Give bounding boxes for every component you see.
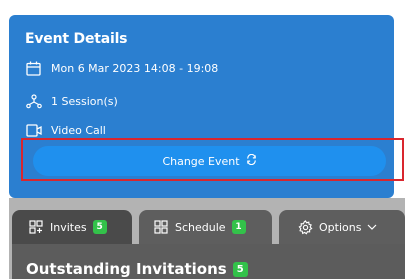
event-datetime-row: Mon 6 Mar 2023 14:08 - 19:08: [25, 60, 218, 77]
change-event-button[interactable]: Change Event: [33, 146, 386, 176]
tab-options-label: Options: [319, 220, 362, 234]
calendar-icon: [25, 60, 42, 77]
schedule-icon: [153, 219, 169, 235]
outstanding-invitations-heading: Outstanding Invitations 5: [26, 260, 248, 278]
event-datetime: Mon 6 Mar 2023 14:08 - 19:08: [51, 62, 219, 75]
invites-count-badge: 5: [92, 220, 107, 234]
sessions-icon: [25, 93, 42, 110]
chevron-down-icon: [367, 221, 377, 234]
event-call-type: Video Call: [51, 124, 106, 137]
event-title: Event Details: [25, 31, 128, 47]
tab-invites[interactable]: Invites 5: [12, 210, 132, 244]
change-event-label: Change Event: [162, 154, 240, 168]
schedule-count-badge: 1: [231, 220, 246, 234]
event-call-row: Video Call: [25, 122, 106, 139]
video-call-icon: [25, 122, 42, 139]
refresh-icon: [246, 153, 257, 168]
outstanding-count-badge: 5: [232, 261, 248, 277]
tab-options[interactable]: Options: [279, 210, 405, 244]
tab-schedule[interactable]: Schedule 1: [139, 210, 272, 244]
tab-schedule-label: Schedule: [175, 220, 226, 234]
tab-invites-label: Invites: [50, 220, 87, 234]
event-sessions-row: 1 Session(s): [25, 93, 118, 110]
invites-icon: [28, 219, 44, 235]
event-sessions: 1 Session(s): [51, 95, 118, 108]
outstanding-invitations-title: Outstanding Invitations: [26, 260, 227, 278]
gear-icon: [297, 219, 313, 235]
